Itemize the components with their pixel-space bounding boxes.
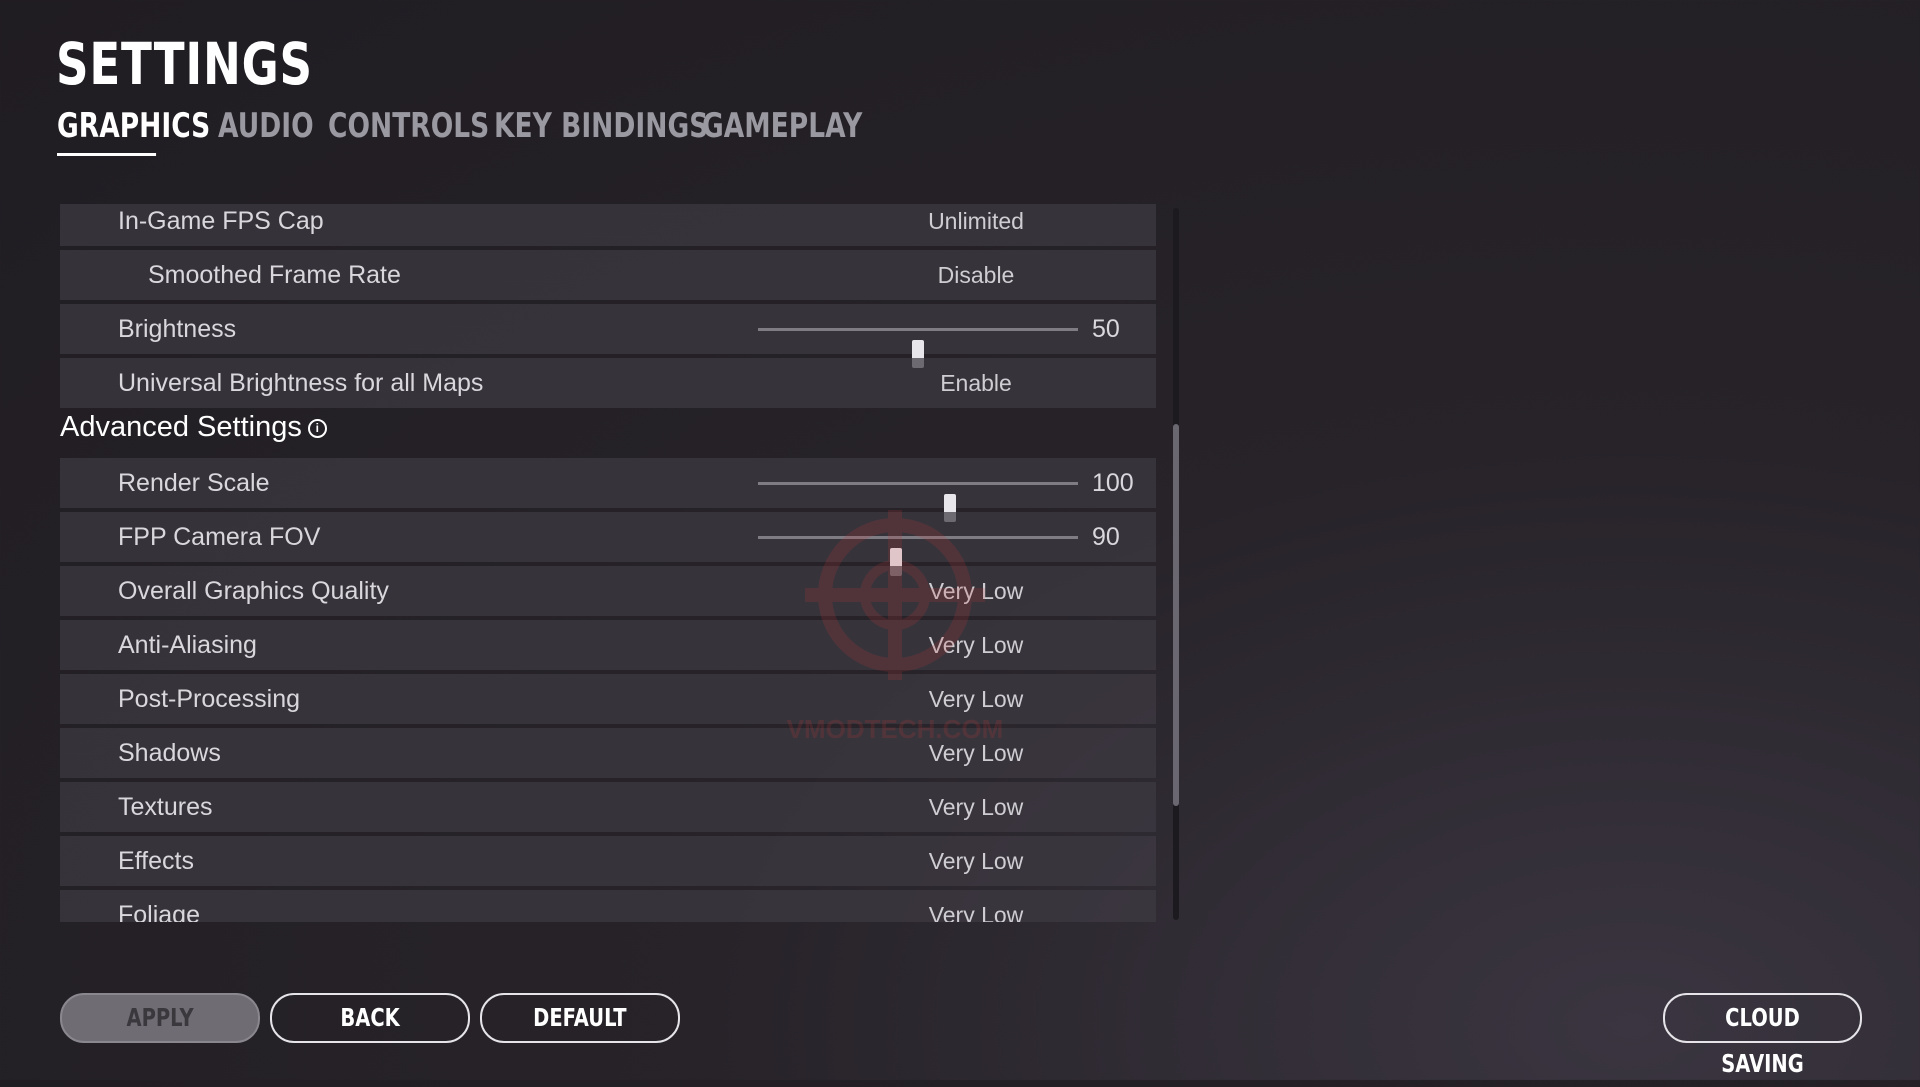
cloud-saving-button-label: CLOUD SAVING [1721, 1003, 1804, 1078]
info-icon[interactable]: i [307, 418, 327, 438]
tab-graphics[interactable]: GRAPHICS [57, 106, 210, 156]
setting-row-textures[interactable]: Textures Very Low [60, 782, 1156, 832]
setting-label: Textures [118, 793, 213, 821]
slider-value: 50 [1092, 315, 1120, 343]
setting-label: Effects [118, 847, 194, 875]
setting-value[interactable]: Disable [816, 250, 1136, 300]
setting-label: In-Game FPS Cap [118, 207, 324, 235]
tab-key-bindings[interactable]: KEY BINDINGS [494, 106, 708, 156]
setting-value[interactable]: Enable [816, 358, 1136, 408]
setting-row-fps-cap[interactable]: In-Game FPS Cap Unlimited [60, 204, 1156, 246]
setting-label: Overall Graphics Quality [118, 577, 389, 605]
setting-value[interactable]: Very Low [816, 836, 1136, 886]
page-title: SETTINGS [56, 30, 313, 98]
cloud-saving-button[interactable]: CLOUD SAVING [1663, 993, 1862, 1078]
setting-label: FPP Camera FOV [118, 523, 321, 551]
watermark-text: VMODTECH.COM [787, 714, 1004, 744]
default-button[interactable]: DEFAULT [480, 993, 680, 1043]
setting-row-foliage[interactable]: Foliage Very Low [60, 890, 1156, 922]
brightness-slider[interactable] [758, 328, 1078, 368]
setting-row-effects[interactable]: Effects Very Low [60, 836, 1156, 886]
setting-label: Shadows [118, 739, 221, 767]
scrollbar[interactable] [1173, 208, 1179, 920]
advanced-settings-heading: Advanced Settings i [60, 402, 327, 452]
setting-label: Universal Brightness for all Maps [118, 369, 484, 397]
apply-button-label: APPLY [126, 1003, 194, 1032]
setting-label: Brightness [118, 315, 237, 343]
slider-value: 90 [1092, 523, 1120, 551]
setting-row-smoothed-frame-rate[interactable]: Smoothed Frame Rate Disable [60, 250, 1156, 300]
setting-value[interactable]: Very Low [816, 890, 1136, 922]
render-scale-slider[interactable] [758, 482, 1078, 522]
back-button-label: BACK [340, 1003, 400, 1032]
setting-row-universal-brightness[interactable]: Universal Brightness for all Maps Enable [60, 358, 1156, 408]
default-button-label: DEFAULT [533, 1003, 627, 1032]
slider-value: 100 [1092, 469, 1134, 497]
setting-label: Foliage [118, 901, 200, 922]
tab-controls[interactable]: CONTROLS [328, 106, 489, 156]
tab-bar: GRAPHICS AUDIO CONTROLS KEY BINDINGS GAM… [57, 106, 862, 156]
setting-label: Post-Processing [118, 685, 301, 713]
setting-label: Anti-Aliasing [118, 631, 257, 659]
apply-button[interactable]: APPLY [60, 993, 260, 1043]
watermark-logo: VMODTECH.COM [787, 510, 1004, 744]
setting-row-brightness[interactable]: Brightness 50 [60, 304, 1156, 368]
tab-gameplay[interactable]: GAMEPLAY [702, 106, 862, 156]
setting-label: Smoothed Frame Rate [148, 261, 401, 289]
tab-audio[interactable]: AUDIO [218, 106, 314, 156]
back-button[interactable]: BACK [270, 993, 470, 1043]
setting-label: Render Scale [118, 469, 270, 497]
setting-value[interactable]: Very Low [816, 782, 1136, 832]
scrollbar-thumb[interactable] [1173, 424, 1179, 806]
setting-value[interactable]: Unlimited [816, 204, 1136, 246]
section-title: Advanced Settings [60, 411, 302, 443]
